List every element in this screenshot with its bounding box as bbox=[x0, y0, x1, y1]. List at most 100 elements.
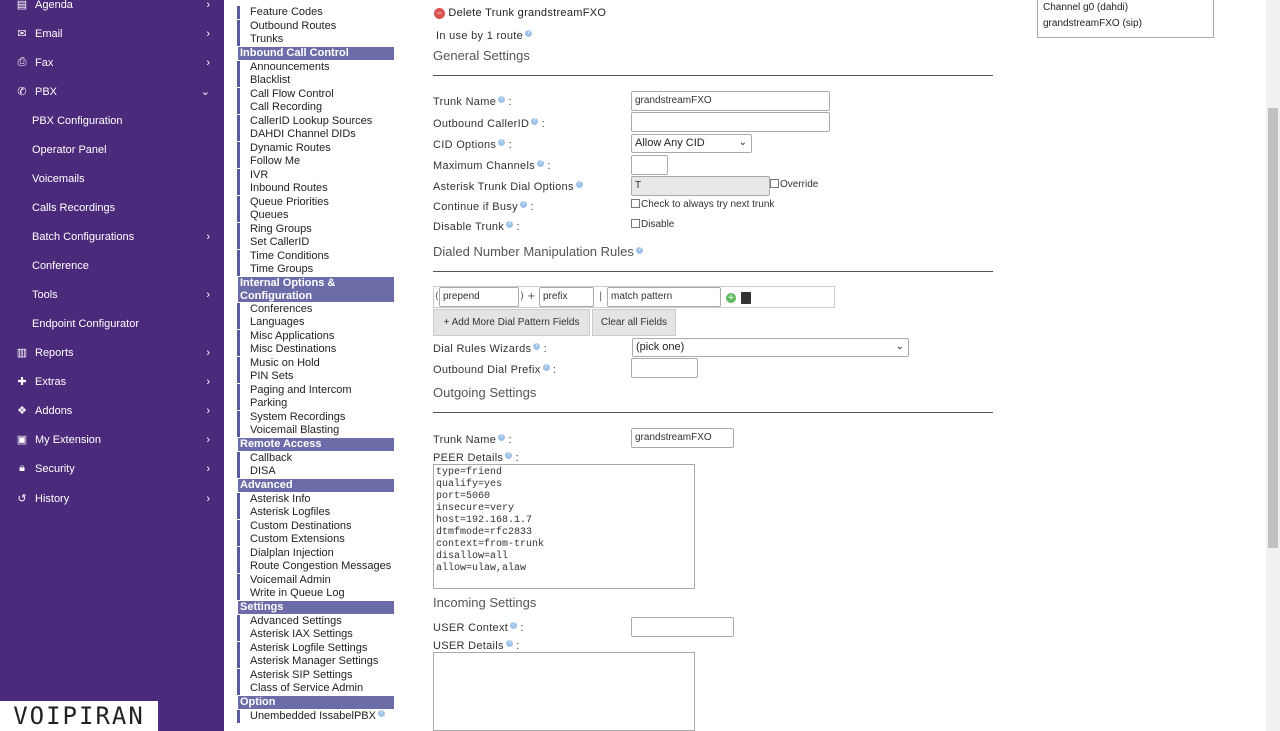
nav-item-email[interactable]: ✉ Email › bbox=[0, 19, 224, 48]
menu-item[interactable]: Languages bbox=[237, 316, 304, 329]
menu-item[interactable]: Follow Me bbox=[237, 155, 300, 168]
menu-item[interactable]: Asterisk Manager Settings bbox=[237, 655, 378, 668]
menu-item[interactable]: Queue Priorities bbox=[237, 195, 329, 209]
trash-icon[interactable] bbox=[741, 292, 751, 304]
help-icon[interactable]: ? bbox=[531, 118, 539, 126]
menu-item[interactable]: Custom Extensions bbox=[237, 533, 345, 546]
help-icon[interactable]: ? bbox=[506, 221, 514, 229]
help-icon[interactable]: ? bbox=[505, 640, 513, 648]
menu-item[interactable]: Dynamic Routes bbox=[237, 141, 331, 155]
disable-trunk-checkbox[interactable] bbox=[631, 219, 640, 228]
menu-item[interactable]: CallerID Lookup Sources bbox=[237, 114, 372, 128]
trunk-name-input[interactable]: grandstreamFXO bbox=[631, 91, 830, 111]
vertical-scrollbar[interactable] bbox=[1266, 0, 1280, 731]
help-icon[interactable]: ? bbox=[498, 96, 506, 104]
dial-rules-wizards-select[interactable]: (pick one) ⌄ bbox=[632, 338, 909, 357]
menu-item[interactable]: Queues bbox=[237, 209, 289, 222]
menu-item[interactable]: Asterisk SIP Settings bbox=[237, 668, 353, 682]
menu-item[interactable]: Asterisk Logfile Settings bbox=[237, 641, 367, 655]
max-channels-input[interactable] bbox=[631, 155, 668, 175]
menu-item[interactable]: Unembedded IssabelPBX? bbox=[237, 709, 385, 723]
cid-options-select[interactable]: Allow Any CID ⌄ bbox=[631, 134, 752, 153]
nav-item-voicemails[interactable]: Voicemails bbox=[0, 164, 224, 193]
menu-item[interactable]: Misc Applications bbox=[237, 329, 334, 343]
delete-trunk-link[interactable]: − Delete Trunk grandstreamFXO bbox=[434, 7, 606, 19]
help-icon[interactable]: ? bbox=[519, 201, 527, 209]
nav-item-tools[interactable]: Tools › bbox=[0, 280, 224, 309]
scrollbar-thumb[interactable] bbox=[1268, 108, 1278, 548]
menu-item[interactable]: Ring Groups bbox=[237, 222, 312, 236]
nav-item-agenda[interactable]: ▤ Agenda › bbox=[0, 0, 224, 19]
nav-item-endpoint-configurator[interactable]: Endpoint Configurator bbox=[0, 309, 224, 338]
outbound-callerid-input[interactable] bbox=[631, 112, 830, 132]
nav-item-batch-configurations[interactable]: Batch Configurations › bbox=[0, 222, 224, 251]
nav-item-security[interactable]: 🔒︎ Security › bbox=[0, 454, 224, 483]
menu-item[interactable]: Voicemail Blasting bbox=[237, 424, 339, 437]
menu-item[interactable]: System Recordings bbox=[237, 410, 345, 424]
menu-item[interactable]: Paging and Intercom bbox=[237, 383, 352, 397]
menu-item[interactable]: Asterisk Logfiles bbox=[237, 506, 330, 519]
help-icon[interactable]: ? bbox=[510, 622, 518, 630]
nav-item-pbx-configuration[interactable]: PBX Configuration bbox=[0, 106, 224, 135]
help-icon[interactable]: ? bbox=[533, 343, 541, 351]
nav-item-pbx[interactable]: ✆ PBX ⌄ bbox=[0, 77, 224, 106]
menu-item[interactable]: Set CallerID bbox=[237, 236, 309, 249]
nav-item-extras[interactable]: ✚ Extras › bbox=[0, 367, 224, 396]
menu-item[interactable]: Inbound Routes bbox=[237, 182, 328, 195]
prefix-input[interactable]: prefix bbox=[539, 287, 594, 307]
menu-item[interactable]: Route Congestion Messages bbox=[237, 560, 391, 573]
help-icon[interactable]: ? bbox=[537, 160, 545, 168]
menu-item[interactable]: Feature Codes bbox=[237, 6, 323, 19]
trunk-list-item[interactable]: Channel g0 (dahdi) bbox=[1038, 0, 1213, 16]
nav-item-conference[interactable]: Conference bbox=[0, 251, 224, 280]
menu-item[interactable]: Music on Hold bbox=[237, 356, 320, 370]
menu-item[interactable]: DISA bbox=[237, 465, 276, 478]
nav-item-my-extension[interactable]: ▣ My Extension › bbox=[0, 425, 224, 454]
menu-item[interactable]: Misc Destinations bbox=[237, 343, 336, 356]
nav-item-addons[interactable]: ❖ Addons › bbox=[0, 396, 224, 425]
prepend-input[interactable]: prepend bbox=[439, 287, 519, 307]
help-icon[interactable]: ? bbox=[635, 246, 643, 254]
menu-item[interactable]: Call Flow Control bbox=[237, 87, 334, 101]
help-icon[interactable]: ? bbox=[498, 139, 506, 147]
peer-details-textarea[interactable]: type=friend qualify=yes port=5060 insecu… bbox=[433, 464, 695, 589]
menu-item[interactable]: Voicemail Admin bbox=[237, 573, 331, 587]
override-checkbox[interactable] bbox=[770, 179, 779, 188]
menu-item[interactable]: Time Groups bbox=[237, 263, 313, 276]
help-icon[interactable]: ? bbox=[377, 709, 385, 717]
help-icon[interactable]: ? bbox=[498, 434, 506, 442]
help-icon[interactable]: ? bbox=[542, 364, 550, 372]
match-pattern-input[interactable]: match pattern bbox=[607, 287, 721, 307]
menu-item[interactable]: Outbound Routes bbox=[237, 19, 336, 33]
continue-busy-checkbox[interactable] bbox=[631, 199, 640, 208]
nav-item-history[interactable]: ↺ History › bbox=[0, 484, 224, 513]
nav-item-calls-recordings[interactable]: Calls Recordings bbox=[0, 193, 224, 222]
menu-item[interactable]: Write in Queue Log bbox=[237, 587, 345, 600]
nav-item-reports[interactable]: ▥ Reports › bbox=[0, 338, 224, 367]
user-details-textarea[interactable] bbox=[433, 652, 695, 731]
menu-item[interactable]: PIN Sets bbox=[237, 370, 293, 383]
menu-item[interactable]: Blacklist bbox=[237, 74, 290, 87]
menu-item[interactable]: Asterisk IAX Settings bbox=[237, 628, 353, 641]
menu-item[interactable]: Call Recording bbox=[237, 101, 322, 114]
clear-all-fields-button[interactable]: Clear all Fields bbox=[592, 309, 676, 336]
menu-item[interactable]: Class of Service Admin bbox=[237, 682, 363, 695]
menu-item[interactable]: Advanced Settings bbox=[237, 614, 342, 628]
trunk-list-item[interactable]: grandstreamFXO (sip) bbox=[1038, 16, 1213, 32]
menu-item[interactable]: Parking bbox=[237, 397, 287, 410]
menu-item[interactable]: IVR bbox=[237, 168, 268, 182]
menu-item[interactable]: Conferences bbox=[237, 302, 312, 316]
menu-item[interactable]: DAHDI Channel DIDs bbox=[237, 128, 356, 141]
nav-item-fax[interactable]: ⎙ Fax › bbox=[0, 48, 224, 77]
help-icon[interactable]: ? bbox=[525, 30, 533, 38]
menu-item[interactable]: Announcements bbox=[237, 60, 330, 74]
menu-item[interactable]: Callback bbox=[237, 451, 292, 465]
menu-item[interactable]: Asterisk Info bbox=[237, 492, 311, 506]
add-pattern-icon[interactable]: + bbox=[726, 293, 736, 303]
menu-item[interactable]: Time Conditions bbox=[237, 249, 329, 263]
menu-item[interactable]: Trunks bbox=[237, 33, 283, 46]
outgoing-trunk-name-input[interactable]: grandstreamFXO bbox=[631, 428, 734, 448]
menu-item[interactable]: Custom Destinations bbox=[237, 519, 352, 533]
user-context-input[interactable] bbox=[631, 617, 734, 637]
add-more-dial-pattern-button[interactable]: + Add More Dial Pattern Fields bbox=[433, 309, 590, 336]
